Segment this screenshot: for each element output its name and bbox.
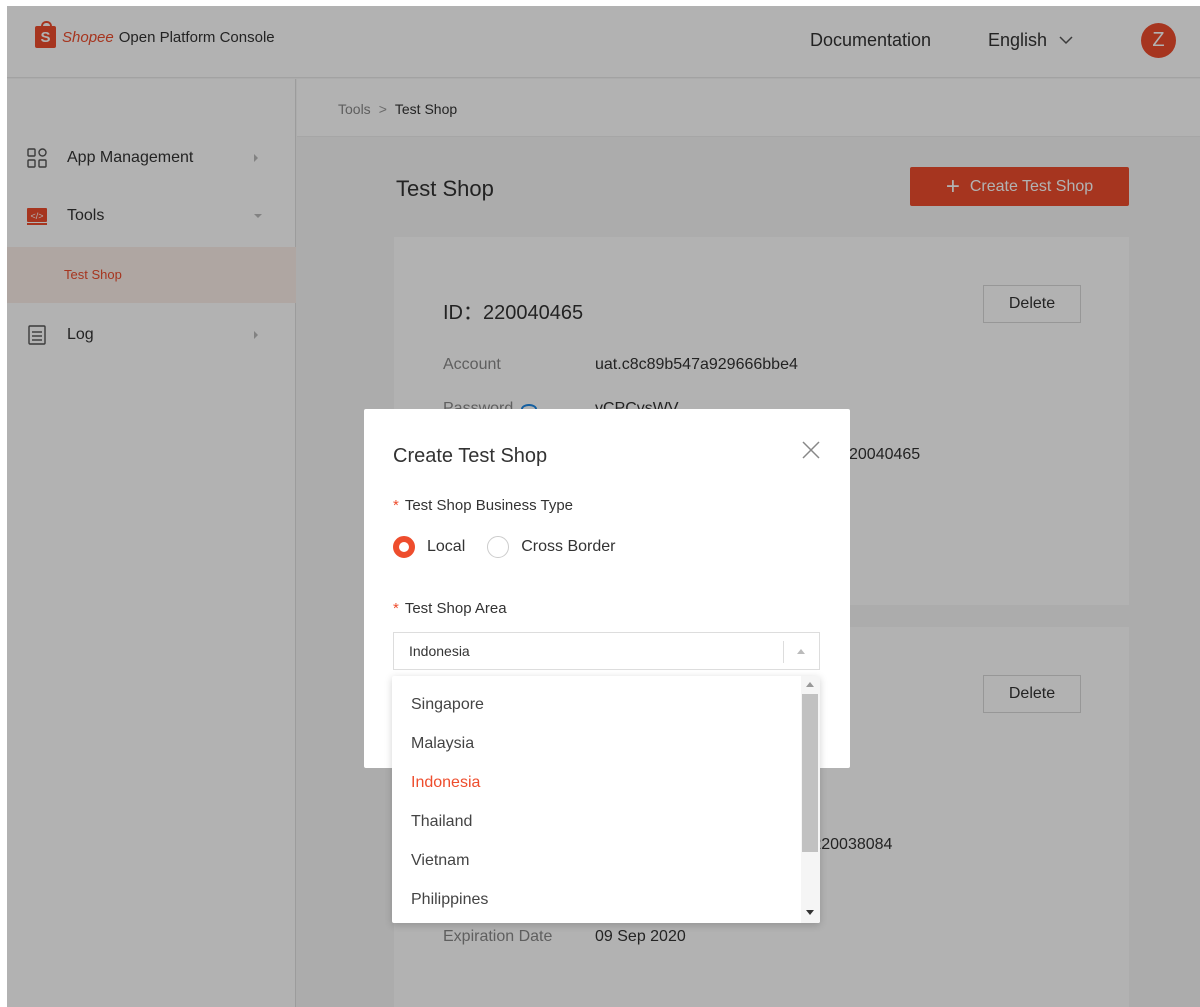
radio-cross-border[interactable]: Cross Border [487,536,616,558]
area-select-value: Indonesia [409,643,470,659]
app-frame: S Shopee Open Platform Console Documenta… [7,6,1200,1007]
scrollbar-thumb[interactable] [802,694,818,852]
dropdown-option-selected[interactable]: Indonesia [411,774,480,792]
area-label: * Test Shop Area [393,600,507,617]
area-dropdown-menu: Singapore Malaysia Indonesia Thailand Vi… [392,676,820,923]
scrollbar[interactable] [801,676,820,923]
business-type-radio-group: Local Cross Border [393,536,638,558]
modal-title: Create Test Shop [393,445,548,467]
business-type-label: * Test Shop Business Type [393,497,574,514]
area-select[interactable]: Indonesia [393,632,820,670]
dropdown-option[interactable]: Singapore [411,696,484,714]
radio-unchecked-icon [487,536,510,558]
dropdown-option[interactable]: Thailand [411,813,472,831]
radio-local[interactable]: Local [393,536,465,558]
dropdown-option[interactable]: Philippines [411,891,488,909]
radio-label: Local [427,538,466,555]
dropdown-option[interactable]: Malaysia [411,735,474,753]
radio-label: Cross Border [521,538,616,555]
scroll-up-icon[interactable] [806,682,814,687]
radio-checked-icon [393,536,415,558]
select-divider [783,641,784,663]
close-icon[interactable] [800,439,822,461]
scroll-down-icon[interactable] [806,910,814,915]
dropdown-option[interactable]: Vietnam [411,852,469,870]
caret-up-icon [797,649,805,654]
